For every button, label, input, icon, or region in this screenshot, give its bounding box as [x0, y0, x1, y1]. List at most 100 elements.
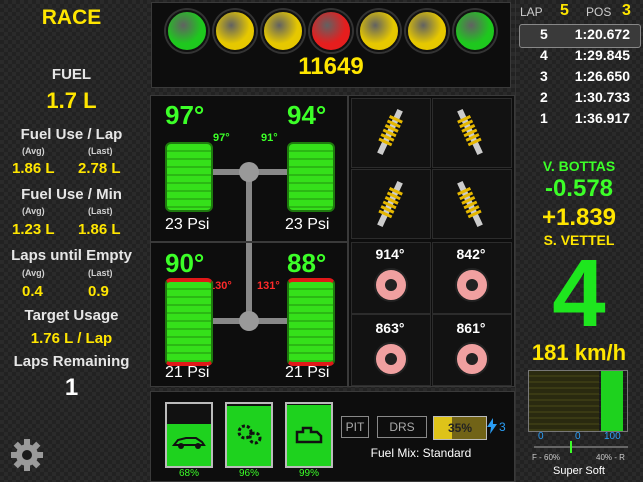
tire-rr	[287, 278, 335, 366]
fuel-use-lap-last: 2.78 L	[78, 160, 121, 177]
gear-indicator: 4	[552, 240, 606, 347]
tire-fr-inner-temp: 91°	[261, 132, 278, 144]
lights-panel: 11649	[151, 2, 511, 88]
pit-indicator: PIT	[341, 416, 369, 438]
laps-until-empty-avg-label: (Avg)	[22, 268, 45, 278]
laps-remaining-label: Laps Remaining	[13, 353, 130, 370]
laps-until-empty-last: 0.9	[88, 283, 109, 300]
start-light	[454, 10, 496, 52]
lap-label: LAP	[520, 5, 543, 19]
start-light	[406, 10, 448, 52]
pos-label: POS	[586, 5, 612, 19]
brake-fr-disc-icon	[455, 268, 489, 302]
fuel-use-lap-last-label: (Last)	[88, 146, 113, 156]
tire-rr-inner-temp: 131°	[257, 280, 280, 292]
lap-number: 1	[540, 110, 548, 126]
tire-fl-temp: 97°	[165, 100, 205, 130]
tire-fr	[287, 142, 335, 212]
fuel-use-min-label: Fuel Use / Min	[21, 186, 122, 203]
shock-rr-icon	[457, 178, 483, 235]
lap-number: 4	[540, 47, 548, 63]
fuel-use-min-last-label: (Last)	[88, 206, 113, 216]
brake-fl-temp: 914°	[375, 246, 405, 262]
fuel-use-lap-label: Fuel Use / Lap	[20, 126, 123, 143]
damage-engine-pct: 99%	[298, 468, 319, 479]
damage-engine-gauge	[285, 402, 333, 468]
start-light	[214, 10, 256, 52]
laps-until-empty-avg: 0.4	[22, 283, 43, 300]
target-usage-label: Target Usage	[24, 307, 119, 324]
lap-time-row: 5 1:20.672	[520, 26, 638, 46]
throttle-axis-0: 0	[575, 431, 581, 442]
start-light	[358, 10, 400, 52]
tires-panel: 97° 97° 23 Psi 94° 91° 23 Psi 90° 130° 2…	[150, 95, 348, 387]
lap-time: 1:36.917	[574, 110, 630, 126]
brake-balance-rear: 40% - R	[596, 453, 625, 462]
pos-value: 3	[622, 2, 631, 19]
ers-bolt-icon	[487, 418, 497, 439]
axle-spine	[246, 172, 252, 322]
fuel-use-min-avg: 1.23 L	[12, 221, 55, 238]
axle-joint-rear	[239, 311, 259, 331]
damage-body-pct: 68%	[178, 468, 199, 479]
brake-rl-disc-icon	[374, 342, 408, 376]
damage-gearbox-gauge	[225, 402, 273, 468]
throttle-axis-100: 100	[604, 431, 621, 442]
suspension-brakes-panel: 914° 842° 863° 861°	[348, 95, 515, 387]
drs-indicator: DRS	[377, 416, 427, 438]
laps-remaining-value: 1	[64, 374, 79, 401]
brake-axis-0: 0	[538, 431, 544, 442]
target-usage-value: 1.76 L / Lap	[30, 330, 113, 347]
fuel-use-lap-avg: 1.86 L	[12, 160, 55, 177]
lap-value: 5	[560, 2, 569, 19]
axle-joint-front	[239, 162, 259, 182]
brake-balance-front: F - 60%	[532, 453, 561, 462]
lap-time-row: 2 1:30.733	[520, 89, 638, 109]
lap-time: 1:29.845	[574, 47, 630, 63]
tire-fr-temp: 94°	[287, 100, 327, 130]
ers-mode: 3	[499, 420, 506, 434]
lap-number: 3	[540, 68, 548, 84]
lap-time-row: 1 1:36.917	[520, 110, 638, 130]
tire-rr-temp: 88°	[287, 248, 327, 278]
shock-rl-icon	[377, 178, 403, 235]
fuel-use-min-last: 1.86 L	[78, 221, 121, 238]
pedal-graph	[528, 370, 628, 432]
lap-time: 1:30.733	[574, 89, 630, 105]
session-title: RACE	[41, 6, 102, 29]
laps-until-empty-last-label: (Last)	[88, 268, 113, 278]
ahead-gap: -0.578	[544, 175, 614, 202]
engine-icon	[293, 424, 325, 451]
tire-rl	[165, 278, 213, 366]
brake-fr-temp: 842°	[456, 246, 486, 262]
tyre-compound: Super Soft	[553, 465, 605, 477]
lap-time-row: 3 1:26.650	[520, 68, 638, 88]
tire-fl-psi: 23 Psi	[165, 216, 210, 233]
start-light	[310, 10, 352, 52]
fuel-label: FUEL	[51, 66, 92, 83]
tires-divider	[151, 241, 347, 243]
brake-balance-marker	[570, 441, 572, 453]
damage-gearbox-pct: 96%	[238, 468, 259, 479]
settings-gear-icon[interactable]	[8, 436, 46, 474]
tire-fr-psi: 23 Psi	[285, 216, 330, 233]
brake-balance-track	[534, 446, 628, 448]
ers-value: 35%	[434, 417, 486, 439]
damage-body-gauge	[165, 402, 213, 468]
brake-rr-disc-icon	[455, 342, 489, 376]
shock-fl-icon	[377, 106, 403, 163]
fuel-value: 1.7 L	[46, 88, 97, 113]
car-body-icon	[171, 434, 206, 455]
pedal-history	[529, 371, 599, 431]
brake-fl-disc-icon	[374, 268, 408, 302]
shock-fr-icon	[457, 106, 483, 163]
behind-gap: +1.839	[541, 204, 617, 231]
lap-number: 2	[540, 89, 548, 105]
lap-time: 1:20.672	[574, 26, 630, 42]
ers-gauge: 35%	[433, 416, 487, 440]
tire-rl-psi: 21 Psi	[165, 364, 210, 381]
tire-rr-psi: 21 Psi	[285, 364, 330, 381]
fuel-use-min-avg-label: (Avg)	[22, 206, 45, 216]
status-panel: 68% 96% 99% PIT DRS 35% 3 Fuel Mix: Stan…	[150, 391, 515, 482]
fuel-panel: RACE FUEL 1.7 L Fuel Use / Lap (Avg) (La…	[0, 0, 143, 482]
